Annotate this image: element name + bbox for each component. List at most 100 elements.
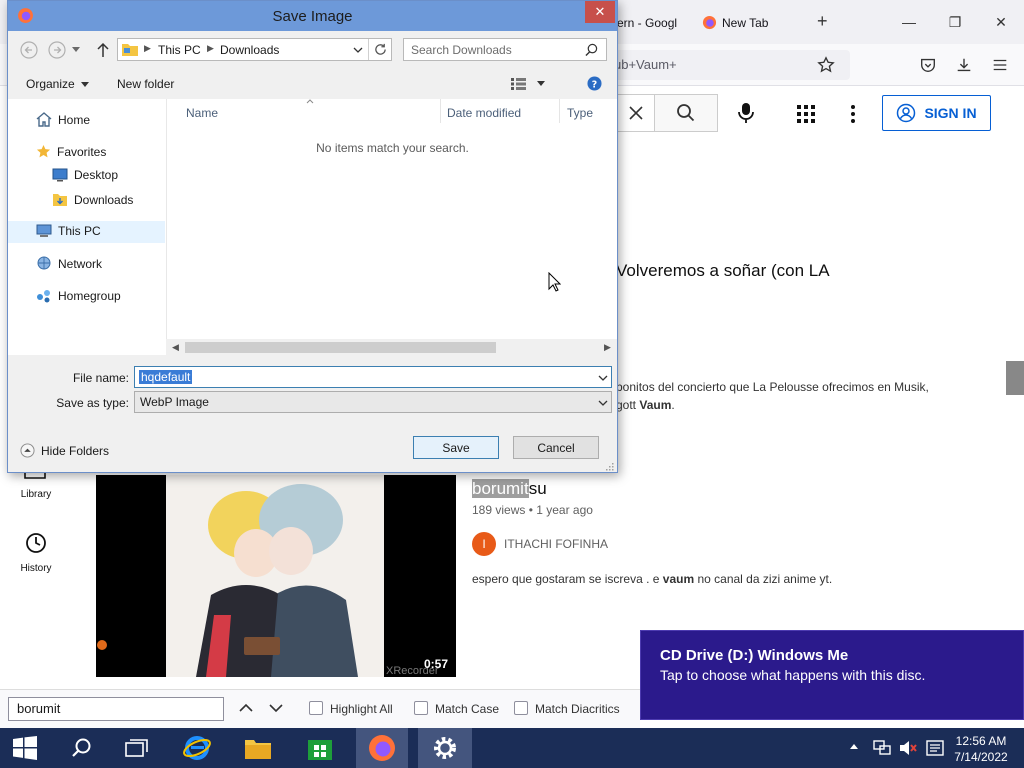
- microphone-icon[interactable]: [736, 102, 756, 124]
- video-title[interactable]: borumitsu: [472, 479, 547, 499]
- match-diacritics-label[interactable]: Match Diacritics: [535, 702, 620, 716]
- search-button[interactable]: [654, 94, 718, 132]
- nav-desktop[interactable]: Desktop: [52, 168, 118, 182]
- history-icon[interactable]: [25, 532, 47, 554]
- autoplay-toast[interactable]: CD Drive (D:) Windows Me Tap to choose w…: [640, 630, 1024, 720]
- back-button[interactable]: [20, 41, 38, 59]
- guide-history[interactable]: History: [6, 563, 66, 574]
- volume-muted-icon[interactable]: [898, 739, 918, 757]
- minimize-button[interactable]: —: [886, 0, 932, 44]
- tab-google[interactable]: ern - Googl: [617, 16, 677, 30]
- recent-locations-icon[interactable]: [72, 47, 80, 53]
- nav-homegroup[interactable]: Homegroup: [36, 288, 121, 303]
- clear-search-button[interactable]: [616, 94, 654, 132]
- scroll-right-icon[interactable]: ▶: [604, 342, 611, 353]
- network-icon[interactable]: [873, 739, 891, 757]
- scroll-left-icon[interactable]: ◀: [172, 342, 179, 353]
- store-button[interactable]: [296, 728, 344, 768]
- navigation-pane: Home Favorites Desktop Downloads This PC…: [8, 99, 166, 355]
- start-button[interactable]: [1, 728, 49, 768]
- scrollbar-thumb[interactable]: [185, 342, 496, 353]
- guide-library[interactable]: Library: [6, 489, 66, 500]
- column-type[interactable]: Type: [567, 106, 593, 120]
- restore-button[interactable]: ❐: [932, 0, 978, 44]
- save-type-select[interactable]: WebP Image: [134, 391, 612, 413]
- nav-network[interactable]: Network: [36, 256, 102, 271]
- find-input[interactable]: borumit: [8, 697, 224, 721]
- task-view-button[interactable]: [113, 728, 161, 768]
- taskbar-search-button[interactable]: [58, 728, 106, 768]
- file-explorer-button[interactable]: [234, 728, 282, 768]
- match-case-label[interactable]: Match Case: [435, 702, 499, 716]
- video-thumbnail[interactable]: XRecorder 0:57: [96, 475, 456, 677]
- apps-grid-icon[interactable]: [797, 105, 815, 123]
- nav-label: Desktop: [74, 168, 119, 182]
- downloads-icon[interactable]: [955, 56, 973, 74]
- column-date-modified[interactable]: Date modified: [447, 106, 521, 120]
- bookmark-star-icon[interactable]: [817, 56, 835, 74]
- hide-folders-button[interactable]: Hide Folders: [20, 443, 109, 458]
- address-dropdown-icon[interactable]: [353, 47, 363, 53]
- close-icon: [628, 106, 643, 120]
- action-center-icon[interactable]: [926, 740, 944, 756]
- url-bar[interactable]: ub+Vaum+: [600, 50, 850, 80]
- new-tab-button[interactable]: +: [817, 11, 828, 32]
- highlight-all-checkbox[interactable]: [309, 701, 323, 715]
- file-name-input[interactable]: hqdefault: [134, 366, 612, 388]
- tab-label: New Tab: [722, 16, 769, 30]
- computer-icon: [36, 224, 52, 237]
- breadcrumb-downloads[interactable]: Downloads: [220, 43, 279, 57]
- refresh-icon: [375, 43, 386, 55]
- pocket-icon[interactable]: [919, 56, 937, 74]
- dialog-close-button[interactable]: ✕: [585, 1, 615, 23]
- channel-name[interactable]: ITHACHI FOFINHA: [504, 537, 608, 551]
- view-options-icon[interactable]: [511, 78, 527, 90]
- refresh-button[interactable]: [368, 39, 392, 60]
- firefox-taskbar-button[interactable]: [356, 728, 408, 768]
- store-icon: [308, 740, 332, 760]
- taskbar-clock[interactable]: 12:56 AM 7/14/2022: [952, 733, 1010, 765]
- match-case-checkbox[interactable]: [414, 701, 428, 715]
- settings-taskbar-button[interactable]: [418, 728, 472, 768]
- result-1-title[interactable]: Volveremos a soñar (con LA: [616, 261, 830, 281]
- network-icon: [37, 256, 51, 270]
- file-list-pane: Name Date modified Type No items match y…: [166, 99, 617, 355]
- page-scrollbar-thumb[interactable]: [1006, 361, 1024, 395]
- menu-icon[interactable]: [991, 56, 1009, 74]
- search-downloads-input[interactable]: Search Downloads: [403, 38, 607, 61]
- new-folder-button[interactable]: New folder: [117, 77, 174, 91]
- result-1-desc-line1: bonitos del concierto que La Pelousse of…: [616, 380, 929, 394]
- close-window-button[interactable]: ✕: [978, 0, 1024, 44]
- nav-favorites[interactable]: Favorites: [36, 144, 106, 159]
- save-button[interactable]: Save: [413, 436, 499, 459]
- help-icon[interactable]: ?: [587, 76, 602, 91]
- nav-home[interactable]: Home: [36, 112, 90, 127]
- internet-explorer-icon: [183, 736, 211, 760]
- ie-taskbar-button[interactable]: [173, 728, 221, 768]
- breadcrumb-chevron-icon: ▶: [207, 43, 214, 53]
- address-bar[interactable]: ▶ This PC ▶ Downloads: [117, 38, 392, 61]
- column-name[interactable]: Name: [186, 106, 218, 120]
- highlight-all-label[interactable]: Highlight All: [330, 702, 393, 716]
- tab-new-tab[interactable]: New Tab: [722, 16, 768, 30]
- nav-downloads[interactable]: Downloads: [52, 192, 133, 207]
- mouse-cursor-icon: [548, 272, 561, 292]
- chevron-down-icon[interactable]: [598, 375, 608, 381]
- more-options-icon[interactable]: [850, 104, 856, 124]
- nav-this-pc[interactable]: This PC: [36, 224, 101, 238]
- thumbnail-image: [96, 475, 456, 677]
- view-dropdown-icon[interactable]: [537, 81, 545, 86]
- sign-in-button[interactable]: SIGN IN: [882, 95, 991, 131]
- resize-grip-icon[interactable]: [605, 462, 614, 471]
- dialog-title-bar[interactable]: Save Image ✕: [8, 1, 617, 31]
- show-hidden-icons[interactable]: [849, 742, 859, 750]
- forward-button[interactable]: [48, 41, 66, 59]
- cancel-button[interactable]: Cancel: [513, 436, 599, 459]
- match-diacritics-checkbox[interactable]: [514, 701, 528, 715]
- channel-avatar[interactable]: I: [472, 532, 496, 556]
- up-button[interactable]: [96, 42, 110, 58]
- breadcrumb-this-pc[interactable]: This PC: [158, 43, 201, 57]
- find-next-icon[interactable]: [268, 701, 284, 715]
- find-previous-icon[interactable]: [238, 701, 254, 715]
- organize-button[interactable]: Organize: [26, 77, 89, 91]
